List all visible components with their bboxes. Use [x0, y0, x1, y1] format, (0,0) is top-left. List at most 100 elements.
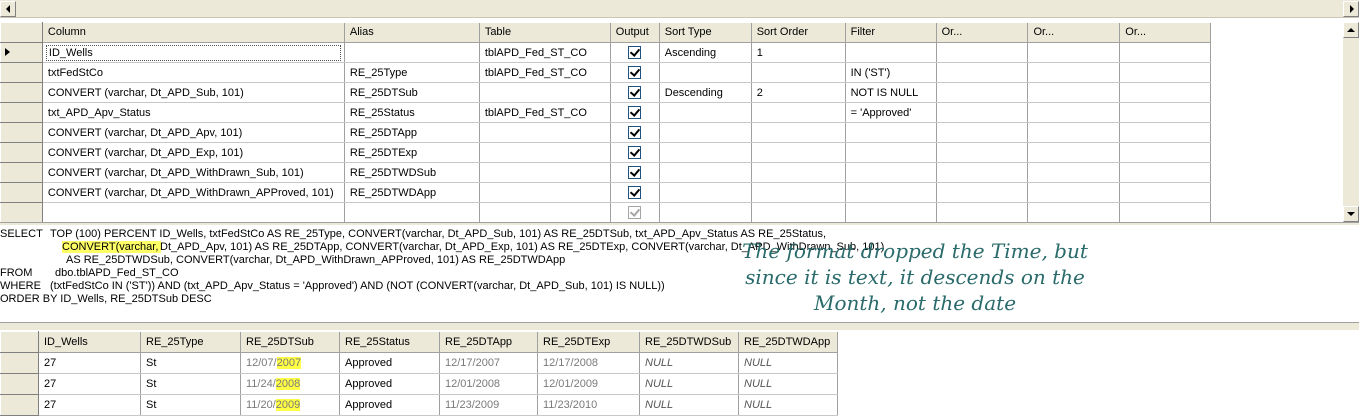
result-cell[interactable]: St [140, 352, 241, 374]
result-cell[interactable]: 12/17/2007 [439, 352, 538, 374]
criteria-cell-column[interactable]: txtFedStCo [42, 62, 345, 83]
criteria-cell-or[interactable] [936, 102, 1029, 123]
criteria-cell-column[interactable]: CONVERT (varchar, Dt_APD_Exp, 101) [42, 142, 345, 163]
criteria-cell-or[interactable] [1119, 82, 1212, 103]
result-cell-dtsub[interactable]: 12/07/2007 [240, 352, 340, 374]
criteria-cell-filter[interactable]: NOT IS NULL [845, 82, 937, 103]
col-header-or-1[interactable]: Or... [936, 22, 1029, 43]
criteria-cell-or[interactable] [1027, 122, 1121, 143]
result-col-header[interactable]: ID_Wells [38, 331, 141, 353]
criteria-cell-or[interactable] [1027, 82, 1121, 103]
criteria-cell-sort-type[interactable]: Ascending [659, 42, 752, 63]
criteria-cell-column[interactable]: CONVERT (varchar, Dt_APD_Sub, 101) [42, 82, 345, 103]
criteria-cell-or[interactable] [1119, 62, 1212, 83]
criteria-cell-alias[interactable]: RE_25DTExp [344, 142, 480, 163]
criteria-cell-or[interactable] [1027, 182, 1121, 203]
row-selector[interactable] [0, 352, 39, 374]
result-cell-dtsub[interactable]: 11/20/2009 [240, 394, 340, 416]
criteria-cell-table[interactable]: tblAPD_Fed_ST_CO [479, 42, 611, 63]
output-checkbox[interactable] [628, 146, 642, 159]
criteria-cell-table[interactable] [479, 142, 611, 163]
criteria-cell-filter[interactable]: IN ('ST') [845, 62, 937, 83]
criteria-cell-output[interactable] [610, 142, 660, 163]
criteria-cell-sort-type[interactable] [659, 142, 752, 163]
criteria-cell-sort-type[interactable] [659, 162, 752, 183]
scroll-down-button[interactable] [1343, 206, 1359, 222]
col-header-alias[interactable]: Alias [344, 22, 480, 43]
pane-splitter[interactable] [0, 322, 1359, 330]
criteria-row[interactable]: CONVERT (varchar, Dt_APD_Sub, 101) RE_25… [0, 82, 1343, 103]
criteria-cell-sort-order[interactable]: 2 [751, 82, 846, 103]
criteria-cell-or[interactable] [936, 202, 1029, 222]
criteria-cell-sort-order[interactable] [751, 142, 846, 163]
criteria-cell-output[interactable] [610, 82, 660, 103]
output-checkbox[interactable] [628, 206, 642, 219]
row-selector[interactable] [0, 202, 43, 222]
criteria-cell-or[interactable] [936, 82, 1029, 103]
row-selector[interactable] [0, 182, 43, 203]
horizontal-scrollbar[interactable] [0, 0, 1359, 18]
result-col-header[interactable]: RE_25DTWDSub [639, 331, 739, 353]
criteria-cell-filter[interactable] [845, 202, 937, 222]
criteria-cell-or[interactable] [1027, 142, 1121, 163]
result-col-header[interactable]: RE_25DTSub [240, 331, 340, 353]
criteria-cell-table[interactable] [479, 82, 611, 103]
col-header-table[interactable]: Table [479, 22, 611, 43]
criteria-cell-output[interactable] [610, 102, 660, 123]
criteria-cell-alias[interactable]: RE_25DTWDApp [344, 182, 480, 203]
criteria-cell-or[interactable] [1027, 202, 1121, 222]
criteria-cell-table[interactable] [479, 162, 611, 183]
criteria-cell-sort-type[interactable] [659, 102, 752, 123]
result-row[interactable]: 27 St 12/07/2007 Approved 12/17/2007 12/… [0, 352, 838, 374]
result-cell[interactable]: 12/01/2009 [537, 373, 640, 395]
criteria-cell-filter[interactable] [845, 42, 937, 63]
criteria-cell-or[interactable] [1119, 142, 1212, 163]
col-header-column[interactable]: Column [42, 22, 345, 43]
sql-pane[interactable]: SELECT TOP (100) PERCENT ID_Wells, txtFe… [0, 226, 884, 321]
criteria-cell-output[interactable] [610, 62, 660, 83]
criteria-cell-column[interactable]: ID_Wells [42, 42, 345, 63]
result-cell[interactable]: NULL [738, 373, 838, 395]
output-checkbox[interactable] [628, 106, 642, 119]
criteria-row[interactable]: CONVERT (varchar, Dt_APD_WithDrawn_Sub, … [0, 162, 1343, 183]
criteria-cell-alias[interactable]: RE_25Type [344, 62, 480, 83]
criteria-row[interactable]: CONVERT (varchar, Dt_APD_Exp, 101) RE_25… [0, 142, 1343, 163]
criteria-cell-or[interactable] [1119, 122, 1212, 143]
criteria-cell-sort-order[interactable] [751, 202, 846, 222]
criteria-cell-filter[interactable] [845, 122, 937, 143]
criteria-cell-or[interactable] [1119, 182, 1212, 203]
criteria-cell-table[interactable] [479, 122, 611, 143]
result-cell[interactable]: 27 [38, 394, 141, 416]
criteria-cell-output[interactable] [610, 42, 660, 63]
result-cell[interactable]: NULL [738, 394, 838, 416]
output-checkbox[interactable] [628, 66, 642, 79]
result-col-header[interactable]: RE_25DTWDApp [738, 331, 838, 353]
criteria-cell-output[interactable] [610, 122, 660, 143]
criteria-cell-or[interactable] [936, 162, 1029, 183]
result-cell[interactable]: 27 [38, 352, 141, 374]
row-selector[interactable] [0, 162, 43, 183]
criteria-cell-or[interactable] [936, 42, 1029, 63]
result-col-header[interactable]: RE_25Type [140, 331, 241, 353]
result-cell[interactable]: 11/23/2010 [537, 394, 640, 416]
criteria-cell-alias[interactable]: RE_25DTApp [344, 122, 480, 143]
criteria-cell-column[interactable] [42, 202, 345, 222]
row-selector[interactable] [0, 394, 39, 416]
criteria-cell-column[interactable]: CONVERT (varchar, Dt_APD_WithDrawn_Sub, … [42, 162, 345, 183]
criteria-cell-filter[interactable] [845, 162, 937, 183]
criteria-cell-table[interactable]: tblAPD_Fed_ST_CO [479, 102, 611, 123]
col-header-sort-type[interactable]: Sort Type [659, 22, 752, 43]
scroll-left-button[interactable] [0, 1, 16, 17]
criteria-cell-sort-type[interactable] [659, 202, 752, 222]
result-cell[interactable]: NULL [639, 394, 739, 416]
criteria-cell-filter[interactable]: = 'Approved' [845, 102, 937, 123]
criteria-cell-column[interactable]: CONVERT (varchar, Dt_APD_Apv, 101) [42, 122, 345, 143]
criteria-row-new[interactable] [0, 202, 1343, 222]
row-selector[interactable] [0, 102, 43, 123]
criteria-cell-sort-order[interactable] [751, 182, 846, 203]
criteria-cell-sort-order[interactable] [751, 62, 846, 83]
criteria-cell-sort-order[interactable]: 1 [751, 42, 846, 63]
criteria-cell-sort-type[interactable] [659, 122, 752, 143]
criteria-cell-sort-order[interactable] [751, 162, 846, 183]
row-selector[interactable] [0, 122, 43, 143]
